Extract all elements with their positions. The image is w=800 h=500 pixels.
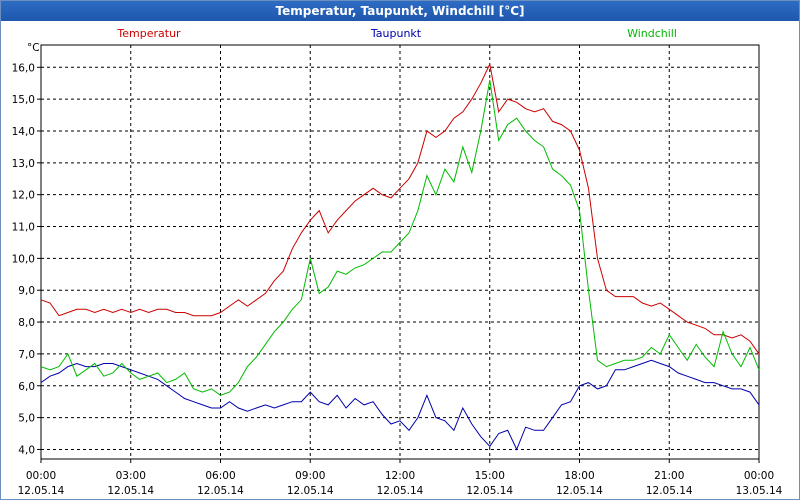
y-axis-label: °C xyxy=(27,42,40,54)
y-tick-label: 9,0 xyxy=(18,285,35,297)
y-tick-label: 12,0 xyxy=(12,190,35,202)
x-tick-time: 00:00 xyxy=(744,470,774,482)
x-tick-date: 13.05.14 xyxy=(736,485,783,497)
x-tick-date: 12.05.14 xyxy=(556,485,603,497)
line-chart: 16,0 15,0 14,0 13,0 12,0 11,0 10,0 9,0 8,0 7,0 6,0… xyxy=(12,27,783,497)
x-tick-time: 00:00 xyxy=(26,470,56,482)
x-tick-date: 12.05.14 xyxy=(107,485,154,497)
y-tick-label: 4,0 xyxy=(18,444,35,456)
chart-area: 16,0 15,0 14,0 13,0 12,0 11,0 10,0 9,0 8,0 7,0 6,0… xyxy=(1,21,799,499)
x-tick-time: 21:00 xyxy=(654,470,684,482)
x-tick-time: 15:00 xyxy=(475,470,505,482)
y-tick-label: 6,0 xyxy=(18,381,35,393)
window-title: Temperatur, Taupunkt, Windchill [°C] xyxy=(1,1,799,21)
chart-window: Temperatur, Taupunkt, Windchill [°C] 16,… xyxy=(0,0,800,500)
y-tick-label: 7,0 xyxy=(18,349,35,361)
grid xyxy=(41,45,759,459)
x-tick-time: 06:00 xyxy=(205,470,235,482)
x-tick-date: 12.05.14 xyxy=(377,485,424,497)
legend-windchill: Windchill xyxy=(627,27,677,40)
y-tick-label: 5,0 xyxy=(18,413,35,425)
y-tick-label: 16,0 xyxy=(12,62,35,74)
x-tick-date: 12.05.14 xyxy=(197,485,244,497)
x-tick-date: 12.05.14 xyxy=(18,485,65,497)
x-tick-date: 12.05.14 xyxy=(466,485,513,497)
y-tick-label: 15,0 xyxy=(12,94,35,106)
x-tick-time: 03:00 xyxy=(116,470,146,482)
y-tick-label: 10,0 xyxy=(12,253,35,265)
y-tick-label: 8,0 xyxy=(18,317,35,329)
x-tick-date: 12.05.14 xyxy=(287,485,334,497)
x-tick-time: 12:00 xyxy=(385,470,415,482)
legend: Temperatur Taupunkt Windchill xyxy=(116,27,677,40)
y-tick-label: 11,0 xyxy=(12,222,35,234)
x-tick-date: 12.05.14 xyxy=(646,485,693,497)
legend-temperatur: Temperatur xyxy=(116,27,181,40)
x-tick-time: 18:00 xyxy=(564,470,594,482)
x-tick-time: 09:00 xyxy=(295,470,325,482)
axes: 16,0 15,0 14,0 13,0 12,0 11,0 10,0 9,0 8,0 7,0 6,0… xyxy=(12,42,783,497)
legend-taupunkt: Taupunkt xyxy=(370,27,422,40)
y-tick-label: 14,0 xyxy=(12,126,35,138)
y-tick-label: 13,0 xyxy=(12,158,35,170)
